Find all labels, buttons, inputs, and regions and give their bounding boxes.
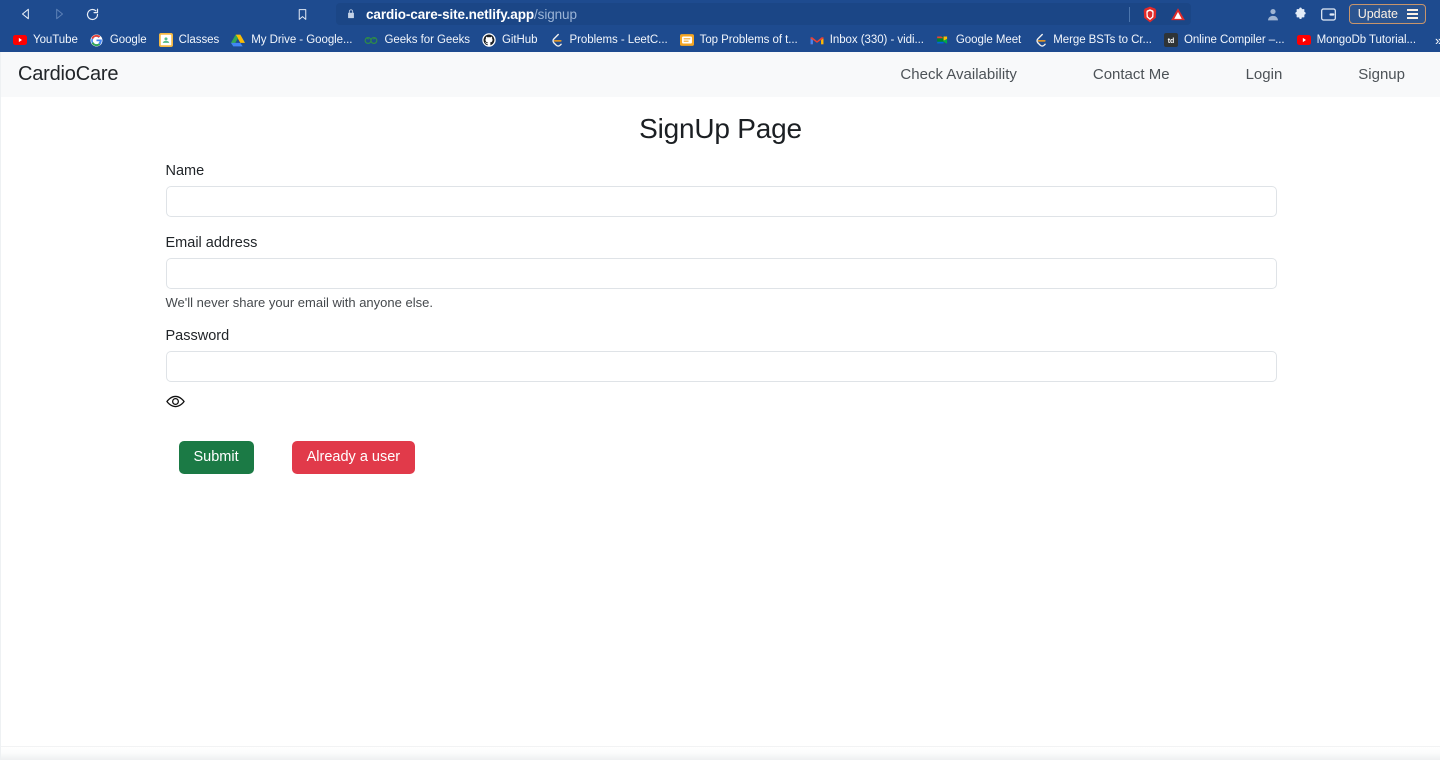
bookmark-label: Top Problems of t... [699, 34, 798, 46]
name-label: Name [165, 163, 205, 179]
google-classroom-icon [158, 33, 173, 47]
email-help-text: We'll never share your email with anyone… [165, 295, 433, 310]
toolbar-right-actions: Update [1259, 2, 1432, 26]
page-viewport: CardioCare Check Availability Contact Me L… [0, 52, 1440, 760]
omnibox-divider [1129, 6, 1130, 22]
name-field-group: Name [165, 163, 1277, 217]
signup-form: Name Email address We'll never share you… [165, 145, 1277, 474]
bookmark-label: Google [109, 34, 147, 46]
browser-toolbar: cardio-care-site.netlify.app/signup Upda… [0, 0, 1440, 28]
site-brand[interactable]: CardioCare [18, 63, 118, 86]
svg-text:td: td [1168, 38, 1175, 45]
nav-link-login[interactable]: Login [1228, 66, 1301, 83]
eye-icon[interactable] [165, 392, 186, 410]
bookmark-label: Inbox (330) - vidi... [829, 34, 924, 46]
password-label: Password [165, 328, 230, 344]
notebook-icon [679, 33, 694, 47]
github-icon [482, 33, 496, 47]
bookmark-item[interactable]: Merge BSTs to Cr... [1028, 31, 1159, 49]
warning-triangle-icon[interactable] [1169, 6, 1186, 23]
google-drive-icon [231, 33, 246, 47]
hamburger-menu-icon[interactable] [1407, 9, 1418, 19]
bookmarks-bar: YouTube Google Classes My Drive - Google...… [0, 28, 1440, 52]
bookmark-item[interactable]: Top Problems of t... [675, 31, 805, 49]
address-bar[interactable]: cardio-care-site.netlify.app/signup [336, 3, 1191, 25]
form-actions: Submit Already a user [166, 441, 1277, 474]
bookmark-icon[interactable] [292, 4, 312, 24]
bookmark-item[interactable]: MongoDb Tutorial... [1292, 31, 1423, 49]
horizontal-scrollbar[interactable] [1, 746, 1440, 760]
gmail-icon [810, 33, 824, 47]
forward-arrow-icon [49, 4, 69, 24]
email-label: Email address [165, 235, 258, 251]
bookmark-label: MongoDb Tutorial... [1316, 34, 1416, 46]
password-field-group: Password [165, 328, 1277, 410]
youtube-icon [1296, 33, 1311, 47]
bookmark-label: Problems - LeetC... [569, 34, 668, 46]
wallet-icon[interactable] [1315, 2, 1343, 26]
update-button[interactable]: Update [1348, 4, 1426, 24]
bookmark-label: GitHub [502, 34, 538, 46]
bookmark-item[interactable]: Geeks for Geeks [359, 31, 477, 49]
bookmark-label: Geeks for Geeks [384, 34, 470, 46]
leetcode-icon [1033, 33, 1047, 47]
bookmark-item[interactable]: td Online Compiler –... [1159, 31, 1292, 49]
nav-link-contact-me[interactable]: Contact Me [1075, 66, 1188, 83]
site-nav-links: Check Availability Contact Me Login Signup [882, 66, 1423, 83]
bookmark-item[interactable]: Google [85, 31, 154, 49]
user-profile-icon[interactable] [1259, 2, 1287, 26]
nav-link-check-availability[interactable]: Check Availability [882, 66, 1034, 83]
bookmark-label: YouTube [33, 34, 78, 46]
reload-icon[interactable] [82, 4, 102, 24]
bookmark-item[interactable]: Inbox (330) - vidi... [805, 31, 931, 49]
bookmark-label: Online Compiler –... [1183, 34, 1285, 46]
bookmark-item[interactable]: Classes [154, 31, 227, 49]
youtube-icon [13, 33, 27, 47]
navigation-buttons [8, 4, 102, 24]
name-input[interactable] [165, 186, 1277, 217]
address-bar-url: cardio-care-site.netlify.app/signup [366, 7, 577, 22]
bookmark-label: My Drive - Google... [251, 34, 353, 46]
bookmark-item[interactable]: My Drive - Google... [226, 31, 359, 49]
bookmark-label: Google Meet [955, 34, 1022, 46]
brave-shields-icon[interactable] [1141, 6, 1158, 23]
bookmark-item[interactable]: GitHub [477, 31, 545, 49]
bookmark-label: Merge BSTs to Cr... [1053, 34, 1152, 46]
google-icon [90, 33, 104, 47]
geeksforgeeks-icon [364, 33, 378, 47]
url-domain: cardio-care-site.netlify.app [366, 6, 535, 22]
lock-icon [346, 8, 356, 20]
bookmark-item[interactable]: YouTube [8, 31, 85, 49]
tutorialspoint-icon: td [1163, 33, 1178, 47]
email-field-group: Email address We'll never share your ema… [165, 235, 1277, 310]
url-path: /signup [534, 6, 577, 22]
back-arrow-icon[interactable] [16, 4, 36, 24]
bookmark-label: Classes [178, 34, 220, 46]
password-input[interactable] [165, 351, 1277, 382]
extension-puzzle-icon[interactable] [1287, 2, 1315, 26]
leetcode-icon [550, 33, 564, 47]
submit-button[interactable]: Submit [178, 441, 254, 474]
page-content: SignUp Page Name Email address We'll nev… [1, 113, 1440, 474]
omnibox-actions [1129, 3, 1192, 25]
google-meet-icon [936, 33, 950, 47]
page-title: SignUp Page [639, 113, 802, 144]
bookmark-item[interactable]: Problems - LeetC... [545, 31, 675, 49]
already-a-user-button[interactable]: Already a user [291, 441, 416, 474]
site-navbar: CardioCare Check Availability Contact Me L… [1, 52, 1440, 97]
browser-chrome: cardio-care-site.netlify.app/signup Upda… [0, 0, 1440, 52]
email-input[interactable] [165, 258, 1277, 289]
bookmark-item[interactable]: Google Meet [931, 31, 1028, 49]
bookmarks-overflow-button[interactable]: » [1429, 33, 1440, 48]
update-button-label: Update [1357, 7, 1398, 21]
nav-link-signup[interactable]: Signup [1340, 66, 1423, 83]
